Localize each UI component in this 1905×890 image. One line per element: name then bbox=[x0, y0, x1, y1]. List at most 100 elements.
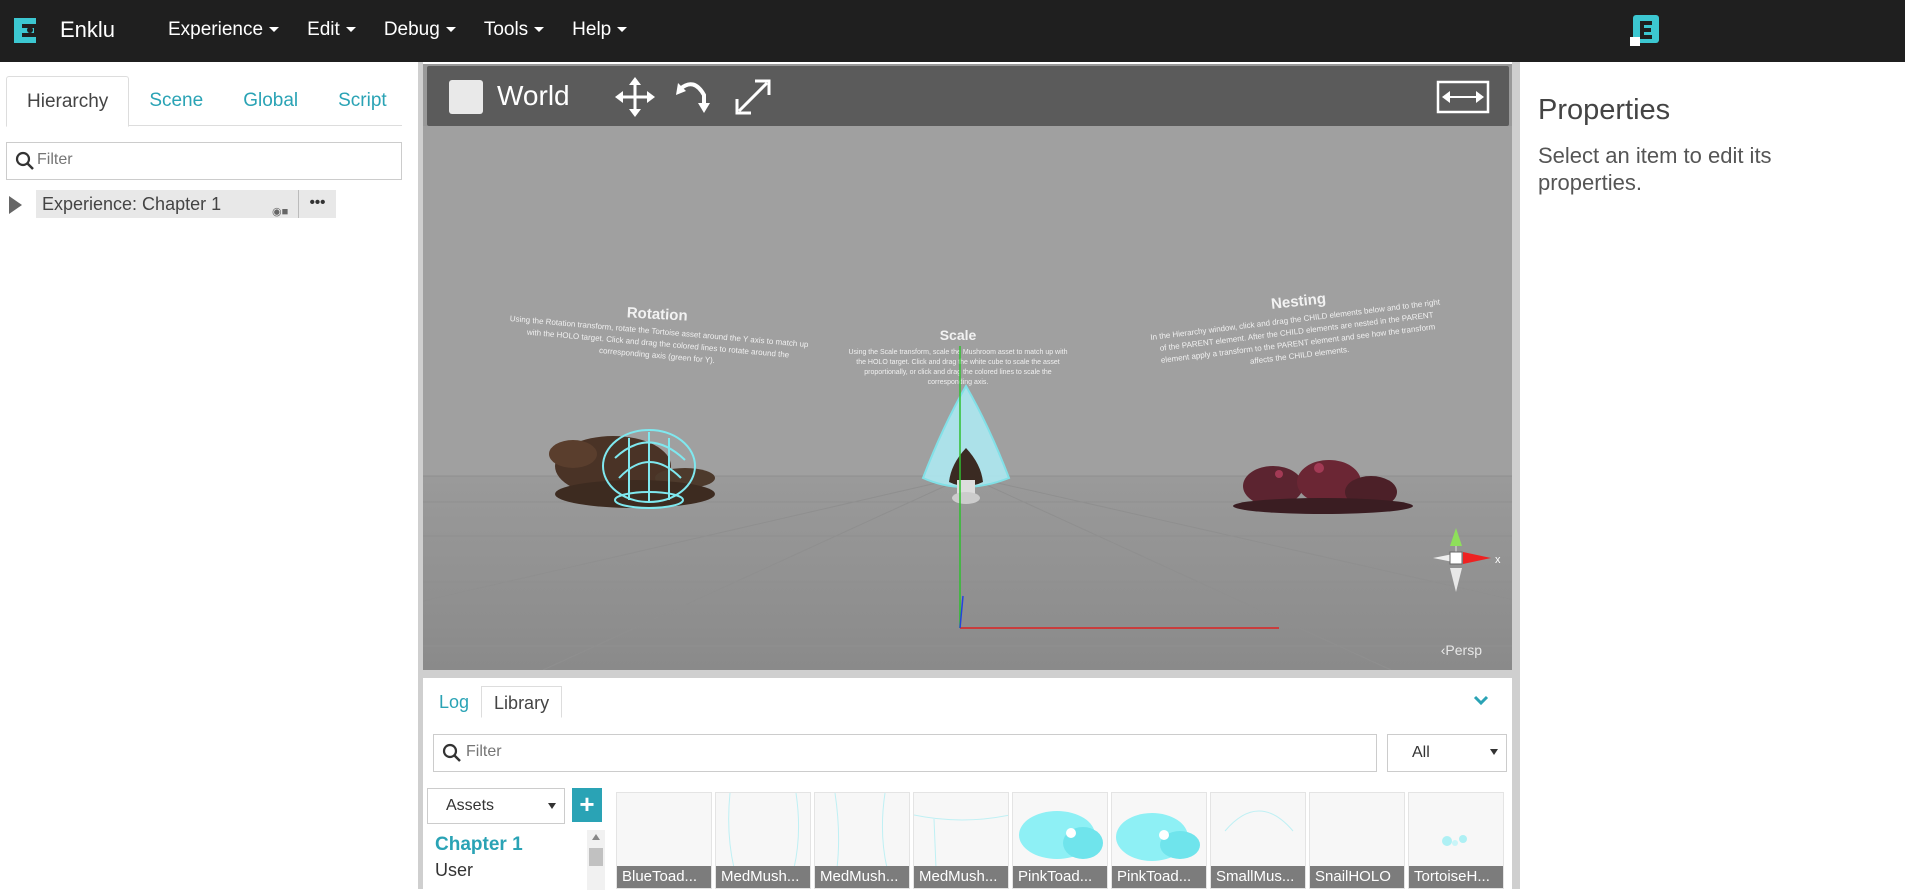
chevron-down-icon bbox=[269, 27, 280, 33]
library-filter bbox=[433, 734, 1377, 772]
asset-tile[interactable]: PinkToad... bbox=[1111, 792, 1207, 889]
asset-tile[interactable]: SnailHOLO bbox=[1309, 792, 1405, 889]
asset-thumbnail bbox=[1019, 811, 1103, 859]
asset-label: TortoiseH... bbox=[1409, 866, 1503, 888]
asset-label: BlueToad... bbox=[617, 866, 711, 888]
menu-debug[interactable]: Debug bbox=[370, 0, 470, 62]
search-icon bbox=[15, 151, 34, 170]
asset-thumbnail bbox=[617, 793, 712, 868]
tab-log[interactable]: Log bbox=[427, 686, 481, 718]
app-name: Enklu bbox=[60, 17, 116, 42]
persp-label[interactable]: ‹Persp bbox=[1441, 642, 1482, 658]
menu-edit-label: Edit bbox=[307, 19, 340, 40]
tab-scene[interactable]: Scene bbox=[129, 76, 223, 126]
divider-bottom bbox=[423, 670, 1512, 678]
asset-label: SnailHOLO bbox=[1310, 866, 1404, 888]
rotate-tool-icon[interactable] bbox=[672, 75, 716, 119]
tree-row[interactable]: Experience: Chapter 1 ◉■ ••• bbox=[0, 190, 340, 220]
tab-global[interactable]: Global bbox=[223, 76, 318, 126]
bottom-tabs: Log Library bbox=[427, 686, 563, 718]
asset-tile[interactable]: TortoiseH... bbox=[1408, 792, 1504, 889]
top-bar: Enklu Experience Edit Debug Tools Help bbox=[0, 0, 1905, 62]
asset-tile[interactable]: BlueToad... bbox=[616, 792, 712, 889]
gizmo-x-label: x bbox=[1495, 554, 1501, 566]
chevron-down-icon bbox=[534, 27, 545, 33]
scale-sign-body: Using the Scale transform, scale the Mus… bbox=[848, 349, 1068, 386]
divider-right bbox=[1512, 62, 1520, 889]
properties-panel: Properties Select an item to edit its pr… bbox=[1520, 62, 1905, 889]
menu-tools-label: Tools bbox=[483, 19, 529, 40]
properties-hint: Select an item to edit its properties. bbox=[1538, 143, 1772, 195]
asset-thumbnail bbox=[1442, 835, 1467, 846]
asset-tile[interactable]: PinkToad... bbox=[1012, 792, 1108, 889]
rotation-sign-title: Rotation bbox=[626, 304, 688, 324]
hierarchy-panel: Hierarchy Scene Global Script Experience… bbox=[0, 62, 418, 889]
add-asset-button[interactable]: + bbox=[572, 788, 602, 822]
expand-arrow-icon[interactable] bbox=[9, 196, 22, 214]
library-panel: Log Library All Assets + Chapter 1 User … bbox=[423, 678, 1512, 890]
menu-tools[interactable]: Tools bbox=[470, 0, 558, 62]
asset-thumbnail bbox=[1116, 813, 1200, 861]
world-checkbox[interactable] bbox=[449, 80, 483, 114]
asset-thumbnail bbox=[914, 814, 1008, 868]
asset-tile[interactable]: MedMush... bbox=[715, 792, 811, 889]
asset-thumbnail bbox=[1224, 810, 1294, 832]
menu-edit[interactable]: Edit bbox=[293, 0, 370, 62]
library-filter-input[interactable] bbox=[466, 735, 1346, 769]
chevron-down-icon bbox=[445, 27, 456, 33]
assets-select[interactable]: Assets bbox=[427, 788, 565, 824]
menu-experience-label: Experience bbox=[168, 19, 264, 40]
asset-tile[interactable]: MedMush... bbox=[913, 792, 1009, 889]
world-label: World bbox=[497, 80, 570, 111]
scroll-thumb[interactable] bbox=[589, 848, 603, 866]
persp-text: Persp bbox=[1445, 642, 1482, 658]
scale-sign-title: Scale bbox=[940, 327, 977, 343]
asset-grid: BlueToad... MedMush... MedMush... MedMus… bbox=[616, 792, 1516, 889]
asset-label: MedMush... bbox=[716, 866, 810, 888]
asset-type-value: All bbox=[1412, 744, 1430, 761]
folder-item[interactable]: User bbox=[435, 860, 473, 881]
scale-sign: Using the Scale transform, scale the Mus… bbox=[848, 349, 1068, 386]
tree-node-label: Experience: Chapter 1 bbox=[42, 194, 222, 214]
fullscreen-icon[interactable] bbox=[1436, 80, 1490, 114]
scale-tool-icon[interactable] bbox=[731, 75, 775, 119]
search-icon bbox=[442, 743, 461, 762]
dropdown-arrow-icon bbox=[548, 803, 556, 809]
assets-select-value: Assets bbox=[446, 797, 495, 814]
chevron-down-icon[interactable] bbox=[1473, 694, 1489, 706]
hierarchy-filter-input[interactable] bbox=[37, 143, 377, 177]
scene-canvas[interactable]: Rotation Using the Rotation transform, r… bbox=[423, 126, 1512, 670]
asset-label: MedMush... bbox=[914, 866, 1008, 888]
asset-thumbnail bbox=[1310, 793, 1405, 868]
more-options-button[interactable]: ••• bbox=[298, 190, 336, 218]
asset-label: PinkToad... bbox=[1112, 866, 1206, 888]
asset-thumbnail bbox=[834, 793, 888, 868]
asset-tile[interactable]: SmallMus... bbox=[1210, 792, 1306, 889]
folder-list: Chapter 1 User bbox=[427, 830, 605, 890]
tree-node-experience[interactable]: Experience: Chapter 1 ◉■ ••• bbox=[36, 190, 336, 218]
menu-help-label: Help bbox=[572, 19, 612, 40]
asset-type-select[interactable]: All bbox=[1387, 734, 1507, 772]
menu-experience[interactable]: Experience bbox=[154, 0, 293, 62]
user-avatar-icon[interactable] bbox=[1629, 13, 1663, 49]
dropdown-arrow-icon bbox=[1490, 749, 1498, 755]
scene-viewport[interactable]: World Rotation Using the Rotation transf… bbox=[423, 64, 1512, 670]
tab-hierarchy[interactable]: Hierarchy bbox=[6, 76, 130, 127]
chevron-down-icon bbox=[345, 27, 356, 33]
asset-label: PinkToad... bbox=[1013, 866, 1107, 888]
tab-script[interactable]: Script bbox=[318, 76, 407, 126]
visibility-lock-icon[interactable]: ◉■ bbox=[272, 198, 288, 226]
folder-scrollbar[interactable] bbox=[587, 830, 605, 890]
enklu-logo-icon[interactable] bbox=[10, 14, 40, 46]
tab-library[interactable]: Library bbox=[481, 686, 563, 718]
chevron-down-icon bbox=[617, 27, 628, 33]
asset-thumbnail bbox=[728, 793, 800, 868]
folder-item[interactable]: Chapter 1 bbox=[435, 834, 523, 856]
asset-tile[interactable]: MedMush... bbox=[814, 792, 910, 889]
menu-debug-label: Debug bbox=[383, 19, 440, 40]
asset-label: SmallMus... bbox=[1211, 866, 1305, 888]
menu-help[interactable]: Help bbox=[558, 0, 641, 62]
scroll-up-icon[interactable] bbox=[592, 834, 600, 840]
properties-title: Properties bbox=[1538, 94, 1671, 126]
move-tool-icon[interactable] bbox=[613, 75, 657, 119]
